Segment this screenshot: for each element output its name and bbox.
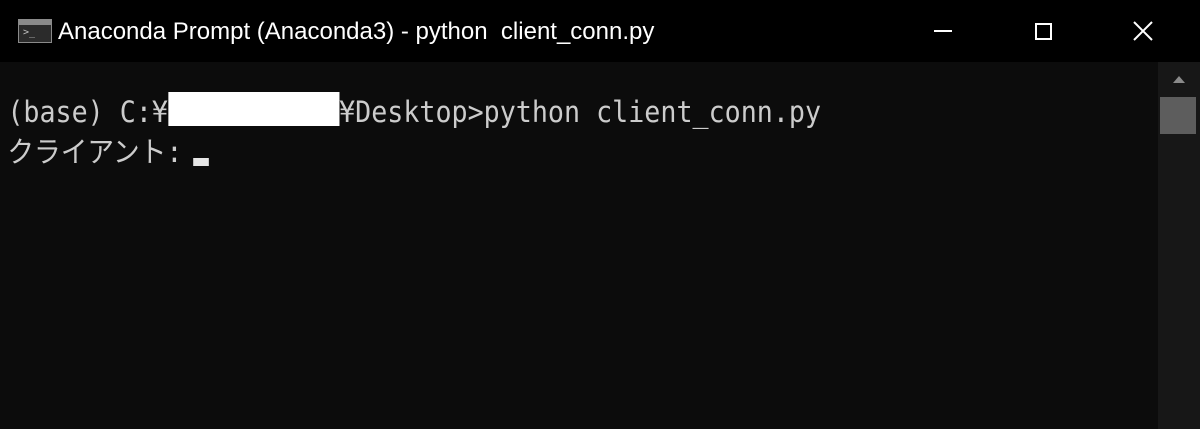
console-icon[interactable]: >_ xyxy=(18,19,52,43)
redacted-username xyxy=(168,92,340,126)
text-cursor xyxy=(193,158,210,166)
scroll-up-button[interactable] xyxy=(1158,62,1200,96)
scrollbar-thumb[interactable] xyxy=(1160,97,1196,134)
title-bar[interactable]: >_ Anaconda Prompt (Anaconda3) - python … xyxy=(0,0,1200,62)
arrow-up-icon xyxy=(1173,75,1185,83)
console-output[interactable]: (base) C:¥ ¥Desktop>python client_conn.py… xyxy=(0,62,1066,429)
client-prompt: クライアント: xyxy=(7,135,183,169)
maximize-button[interactable] xyxy=(993,0,1093,62)
minimize-button[interactable] xyxy=(893,0,993,62)
close-icon xyxy=(1133,21,1153,41)
vertical-scrollbar[interactable] xyxy=(1158,62,1200,429)
path-suffix-command: ¥Desktop>python client_conn.py xyxy=(339,95,822,129)
maximize-icon xyxy=(1034,22,1052,40)
command-line: (base) C:¥ ¥Desktop>python client_conn.py xyxy=(7,92,821,132)
path-prefix: (base) C:¥ xyxy=(7,95,169,129)
console-icon-bar xyxy=(19,20,51,25)
console-window: >_ Anaconda Prompt (Anaconda3) - python … xyxy=(0,0,1200,429)
input-line[interactable]: クライアント: xyxy=(7,132,210,172)
minimize-icon xyxy=(934,30,952,32)
close-button[interactable] xyxy=(1093,0,1193,62)
window-title: Anaconda Prompt (Anaconda3) - python cli… xyxy=(58,18,655,45)
console-icon-prompt: >_ xyxy=(23,27,36,38)
